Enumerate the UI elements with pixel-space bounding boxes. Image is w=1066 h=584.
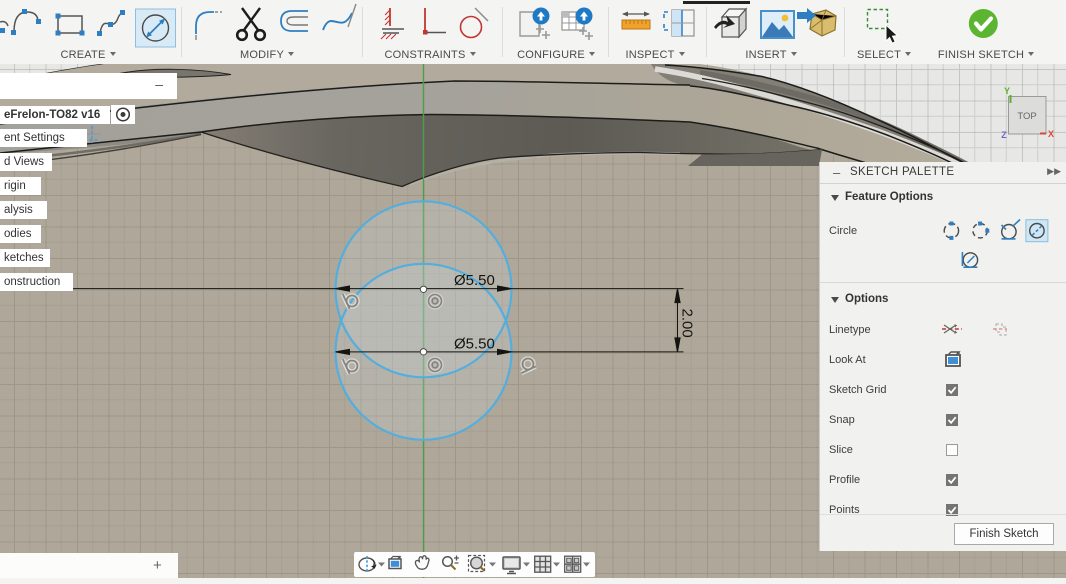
svg-text:2.00: 2.00 bbox=[679, 309, 696, 338]
svg-text:Ø5.50: Ø5.50 bbox=[454, 336, 495, 353]
svg-text:Z: Z bbox=[1001, 130, 1007, 140]
svg-text:Y: Y bbox=[1004, 86, 1010, 96]
svg-text:TOP: TOP bbox=[1017, 111, 1036, 122]
svg-text:Ø5.50: Ø5.50 bbox=[454, 272, 495, 289]
svg-text:X: X bbox=[1048, 129, 1054, 139]
